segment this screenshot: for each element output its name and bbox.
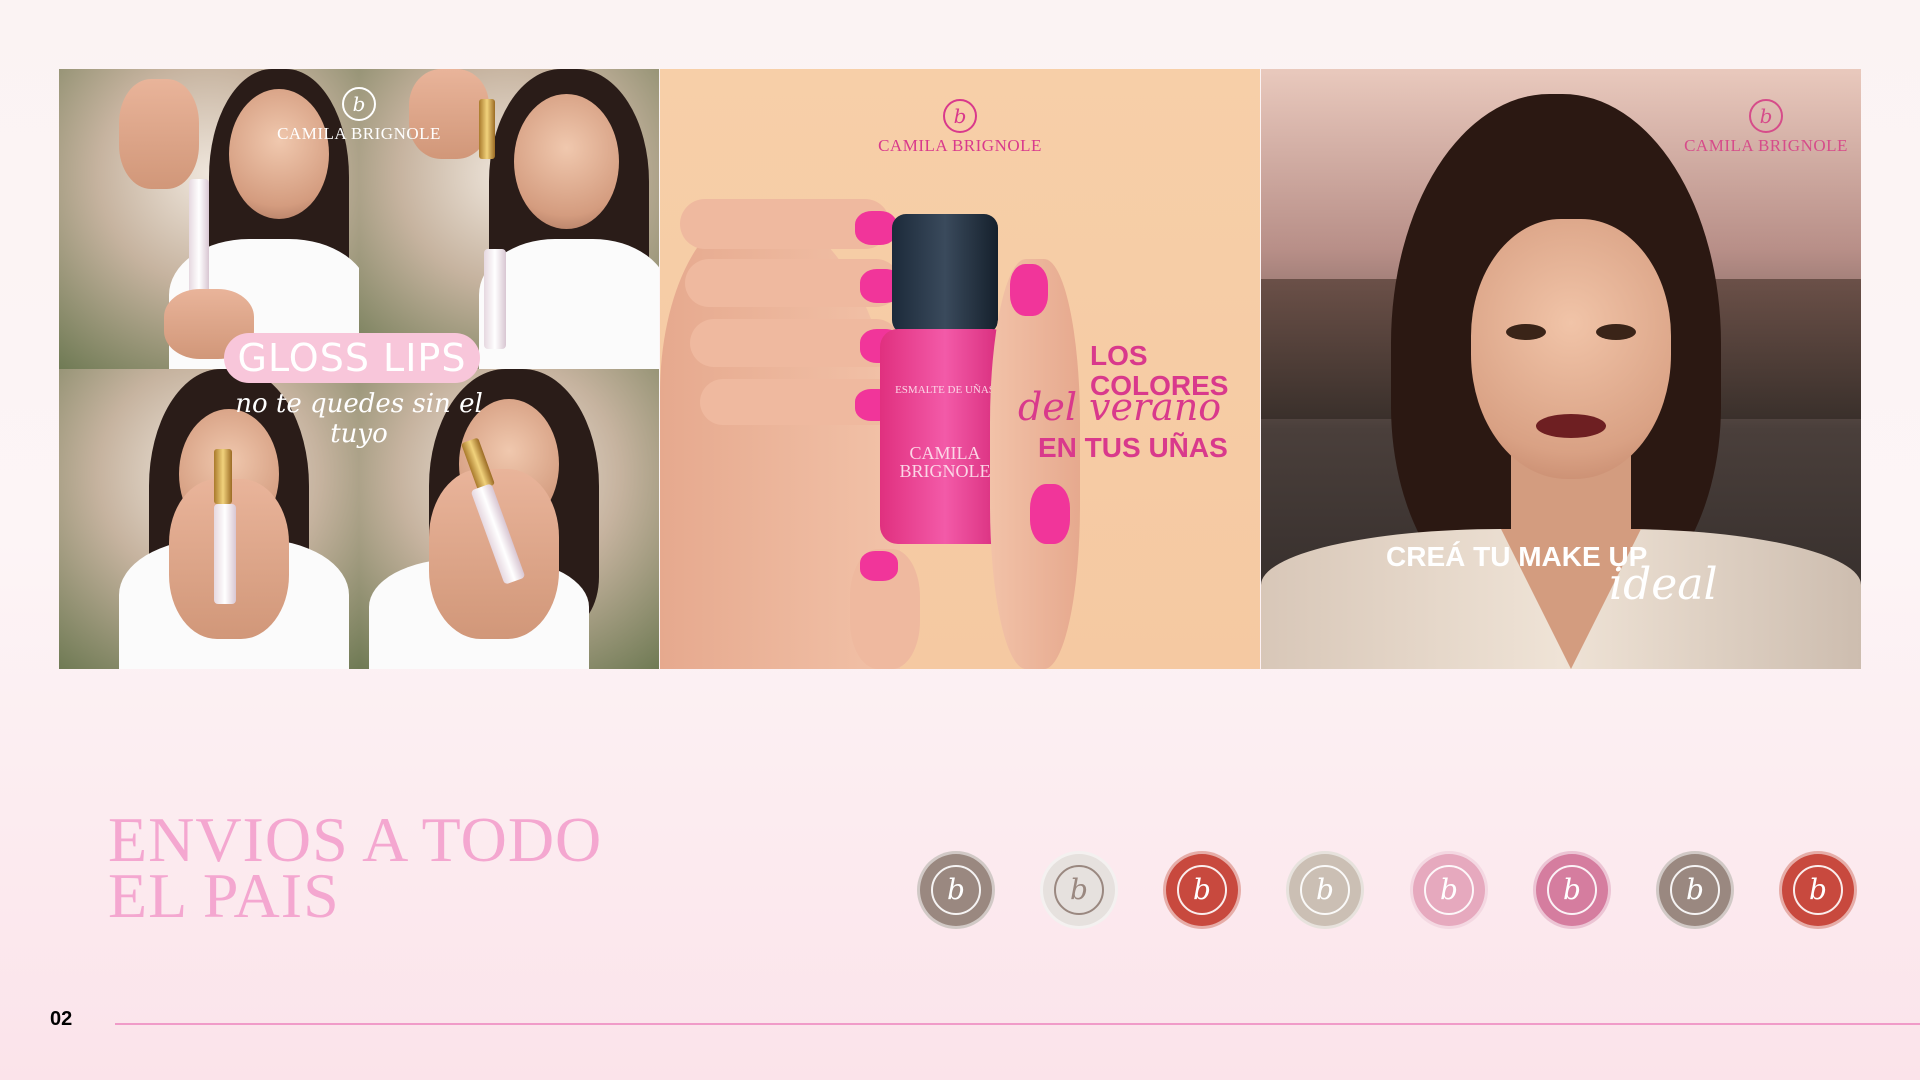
nail-title-line3: EN TUS UÑAS (1038, 432, 1228, 463)
brand-mark-icon: b (342, 87, 376, 121)
brand-mark-icon: b (1547, 865, 1597, 915)
model-face (1471, 219, 1671, 479)
brand-mark-icon: b (1670, 865, 1720, 915)
gloss-lips-ad: b CAMILA BRIGNOLE GLOSS LIPS no te quede… (59, 69, 659, 669)
brand-mark-icon: b (1177, 865, 1227, 915)
nail-title-script: del verano (1018, 385, 1222, 429)
color-swatch: b (1163, 851, 1241, 929)
brand-mark-icon: b (1054, 865, 1104, 915)
color-swatch: b (917, 851, 995, 929)
gloss-lips-title: GLOSS LIPS (224, 333, 480, 383)
brand-mark-icon: b (1793, 865, 1843, 915)
thumb-illustration (990, 259, 1080, 669)
brand-logo: b CAMILA BRIGNOLE (840, 99, 1080, 156)
brand-mark-icon: b (1424, 865, 1474, 915)
brand-mark-icon: b (931, 865, 981, 915)
gloss-lips-subtitle: no te quedes sin el tuyo (235, 389, 483, 449)
color-swatch: b (1040, 851, 1118, 929)
shipping-headline: ENVIOS A TODO EL PAIS (108, 804, 603, 931)
footer-divider (115, 1023, 1920, 1025)
nail-polish-ad: b CAMILA BRIGNOLE ESMALTE DE UÑAS CAMILA… (660, 69, 1260, 669)
color-swatch: b (1286, 851, 1364, 929)
color-swatch: b (1779, 851, 1857, 929)
color-swatch: b (1533, 851, 1611, 929)
brand-mark-icon: b (1300, 865, 1350, 915)
page-number: 02 (50, 1008, 73, 1030)
brand-logo: b CAMILA BRIGNOLE (1681, 99, 1851, 156)
makeup-ad: b CAMILA BRIGNOLE CREÁ TU MAKE UP ideal (1261, 69, 1861, 669)
brand-mark-icon: b (943, 99, 977, 133)
color-swatch: b (1410, 851, 1488, 929)
brand-logo: b CAMILA BRIGNOLE (239, 87, 479, 144)
brand-mark-icon: b (1749, 99, 1783, 133)
nail-title-line1: LOS (1090, 340, 1148, 371)
color-swatch: b (1656, 851, 1734, 929)
makeup-script: ideal (1609, 559, 1718, 610)
